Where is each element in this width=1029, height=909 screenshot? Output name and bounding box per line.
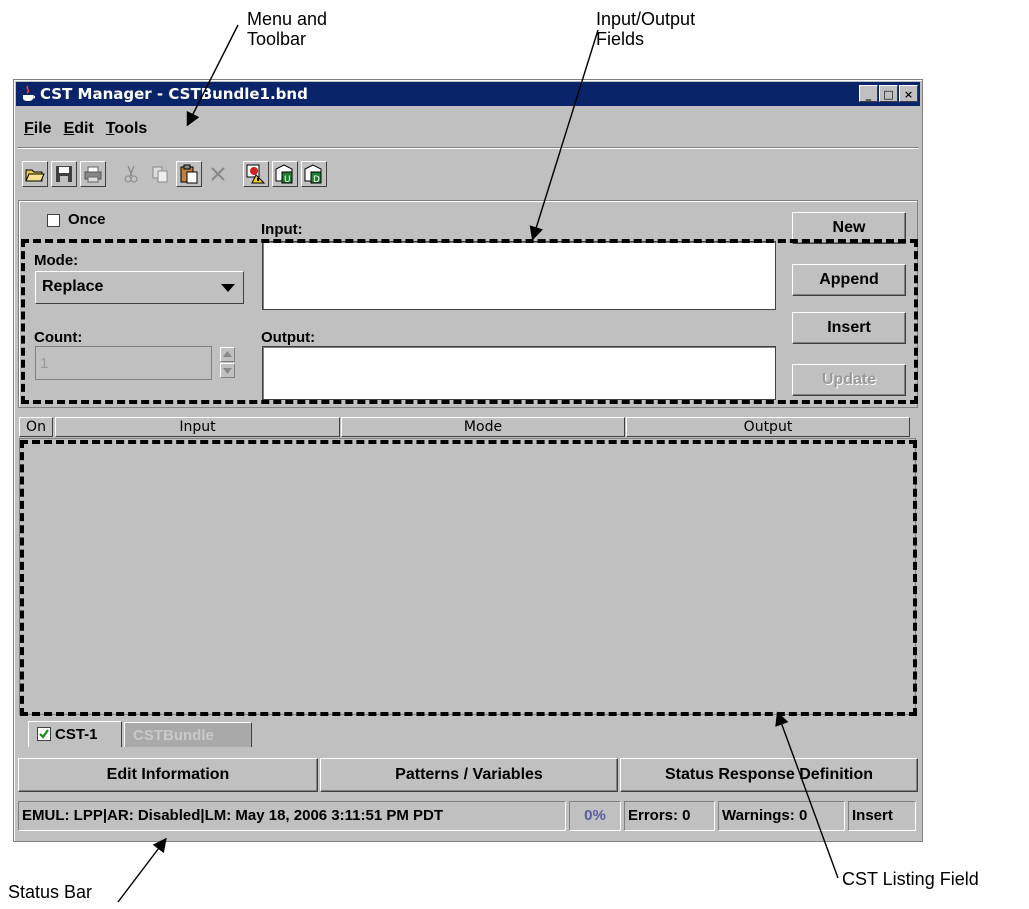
io-fields-leader bbox=[529, 29, 599, 241]
menu-toolbar-leader bbox=[186, 24, 239, 127]
callout-leaders bbox=[117, 24, 839, 903]
status-bar-leader bbox=[117, 837, 167, 903]
cst-listing-leader bbox=[775, 711, 839, 879]
